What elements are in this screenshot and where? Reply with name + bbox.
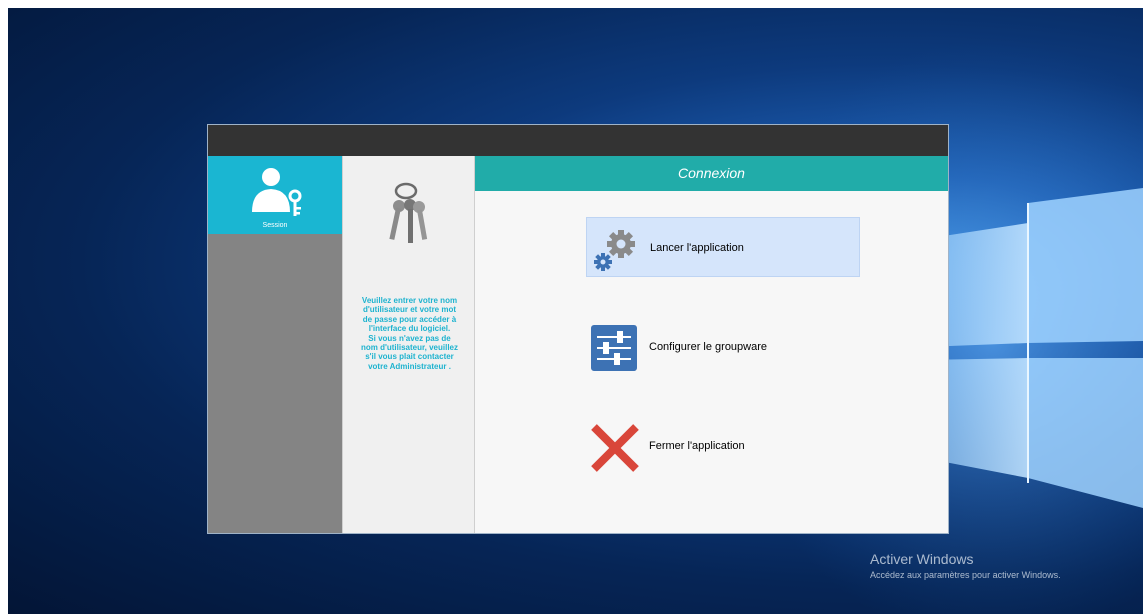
sidebar: Session <box>208 156 342 533</box>
instructions-line: s'il vous plait contacter <box>365 352 454 362</box>
activation-watermark-title: Activer Windows <box>870 551 974 567</box>
instructions-line: nom d'utilisateur, veuillez <box>360 343 459 353</box>
gears-icon <box>594 230 635 271</box>
instructions-text: Veuillez entrer votre nom d'utilisateur … <box>349 296 470 371</box>
desktop-background: Session Veuillez entrer votre nom d'util… <box>8 8 1143 614</box>
close-app-label: Fermer l'application <box>649 440 745 452</box>
instructions-line: Si vous n'avez pas de <box>368 333 451 343</box>
instructions-line: l'interface du logiciel. <box>368 324 451 334</box>
close-app-button[interactable]: Fermer l'application <box>586 416 860 476</box>
instructions-line: d'utilisateur et votre mot <box>362 305 457 315</box>
connexion-panel: Connexion Lancer l'application Configure… <box>475 156 948 533</box>
activation-watermark-subtitle: Accédez aux paramètres pour activer Wind… <box>870 570 1061 580</box>
session-tile[interactable]: Session <box>208 156 342 234</box>
session-label: Session <box>262 222 288 229</box>
login-window: Session Veuillez entrer votre nom d'util… <box>208 125 948 533</box>
user-key-icon <box>252 168 302 216</box>
launch-app-button[interactable]: Lancer l'application <box>586 217 860 277</box>
instructions-panel: Veuillez entrer votre nom d'utilisateur … <box>342 156 475 533</box>
title-bar <box>208 125 948 156</box>
instructions-line: Veuillez entrer votre nom <box>361 296 458 305</box>
close-x-icon <box>591 424 639 472</box>
sliders-icon <box>591 325 637 371</box>
configure-groupware-label: Configurer le groupware <box>649 341 768 353</box>
configure-groupware-button[interactable]: Configurer le groupware <box>586 317 860 377</box>
keys-icon <box>389 182 428 243</box>
connexion-header: Connexion <box>475 156 948 191</box>
instructions-line: de passe pour accéder à <box>362 314 457 324</box>
instructions-line: votre Administrateur . <box>368 361 451 371</box>
launch-app-label: Lancer l'application <box>650 242 744 254</box>
